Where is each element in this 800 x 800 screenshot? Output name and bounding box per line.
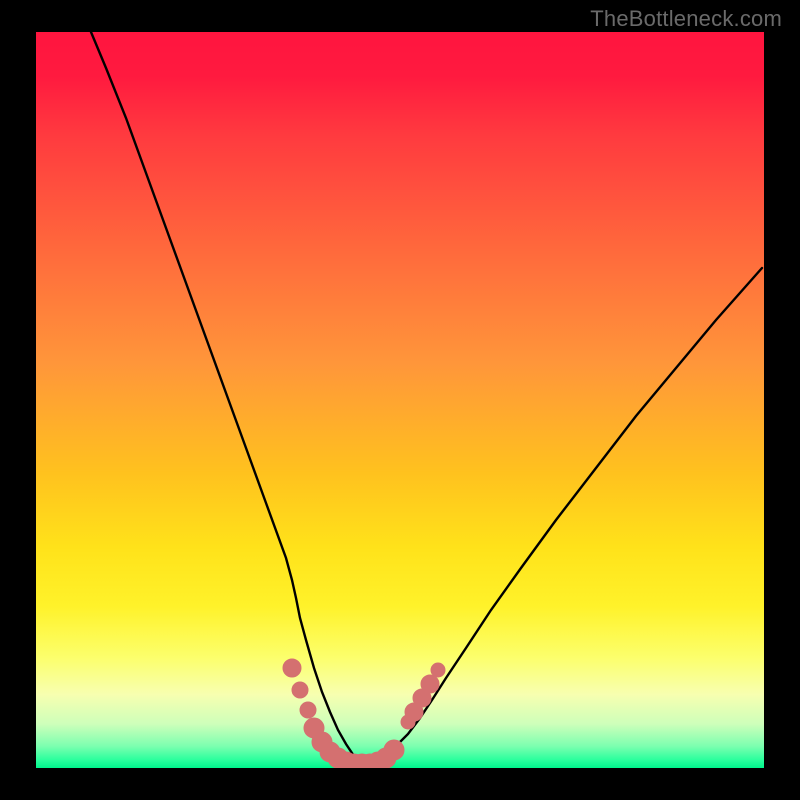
watermark-text: TheBottleneck.com — [590, 6, 782, 32]
curve-marker — [300, 702, 316, 718]
curve-marker — [283, 659, 301, 677]
curve-marker — [292, 682, 308, 698]
chart-frame: TheBottleneck.com — [0, 0, 800, 800]
curve-markers — [283, 659, 445, 768]
curve-marker — [431, 663, 445, 677]
curve-marker — [384, 740, 404, 760]
bottleneck-curve — [91, 32, 762, 764]
curve-marker — [421, 675, 439, 693]
chart-svg — [36, 32, 764, 768]
chart-plot-area — [36, 32, 764, 768]
